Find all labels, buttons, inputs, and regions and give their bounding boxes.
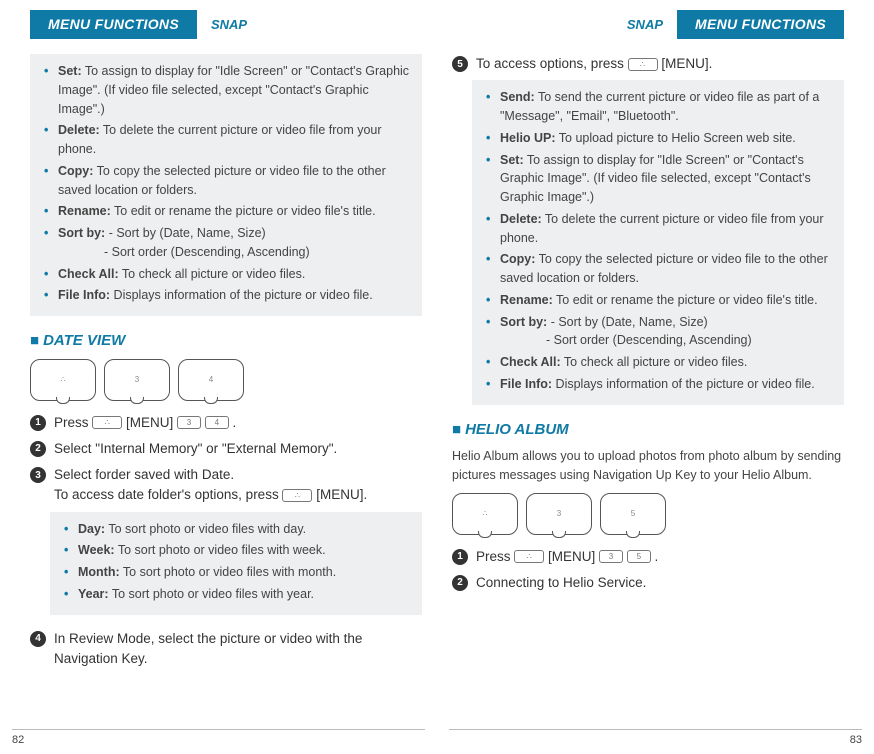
fileinfo-text: Displays information of the picture or v…	[110, 288, 373, 302]
step-2-right: 2 Connecting to Helio Service.	[452, 573, 844, 593]
checkall-text: To check all picture or video files.	[119, 267, 306, 281]
screen-thumb: ∴	[452, 493, 518, 535]
step-4: 4 In Review Mode, select the picture or …	[30, 629, 422, 670]
header-right: SNAP MENU FUNCTIONS	[452, 10, 844, 39]
delete-text: To delete the current picture or video f…	[58, 123, 382, 156]
key-4-icon: 4	[205, 416, 229, 429]
fileinfo-text: Displays information of the picture or v…	[552, 377, 815, 391]
sortby-text: - Sort by (Date, Name, Size)	[547, 315, 707, 329]
page-83: SNAP MENU FUNCTIONS 5 To access options,…	[437, 0, 874, 754]
header-left: MENU FUNCTIONS SNAP	[30, 10, 422, 39]
delete-label: Delete:	[500, 212, 542, 226]
year-text: To sort photo or video files with year.	[109, 587, 314, 601]
ok-key-icon: ∴	[282, 489, 312, 502]
set-label: Set:	[500, 153, 524, 167]
set-text: To assign to display for "Idle Screen" o…	[58, 64, 409, 116]
sortby-label: Sort by:	[500, 315, 547, 329]
step-5: 5 To access options, press ∴ [MENU].	[452, 54, 844, 74]
week-text: To sort photo or video files with week.	[115, 543, 326, 557]
sortby-text2: - Sort order (Descending, Ascending)	[58, 243, 412, 262]
screen-thumb: 4	[178, 359, 244, 401]
copy-text: To copy the selected picture or video fi…	[500, 252, 828, 285]
key-5-icon: 5	[627, 550, 651, 563]
screens-row-left: ∴ 3 4	[30, 359, 422, 401]
step-1: 1 Press ∴ [MENU] 3 4 .	[30, 413, 422, 433]
checkall-text: To check all picture or video files.	[561, 355, 748, 369]
checkall-label: Check All:	[58, 267, 119, 281]
copy-label: Copy:	[58, 164, 93, 178]
copy-text: To copy the selected picture or video fi…	[58, 164, 386, 197]
delete-label: Delete:	[58, 123, 100, 137]
options-box-1: •Set: To assign to display for "Idle Scr…	[30, 54, 422, 316]
date-view-title: ■DATE VIEW	[30, 330, 422, 353]
day-text: To sort photo or video files with day.	[105, 522, 306, 536]
screen-thumb: 5	[600, 493, 666, 535]
snap-label: SNAP	[627, 15, 663, 35]
helio-album-title: ■HELIO ALBUM	[452, 419, 844, 442]
menu-functions-tab: MENU FUNCTIONS	[677, 10, 844, 39]
fileinfo-label: File Info:	[58, 288, 110, 302]
page-82: MENU FUNCTIONS SNAP •Set: To assign to d…	[0, 0, 437, 754]
menu-functions-tab: MENU FUNCTIONS	[30, 10, 197, 39]
copy-label: Copy:	[500, 252, 535, 266]
rename-label: Rename:	[500, 293, 553, 307]
page-number-83: 83	[850, 732, 862, 749]
send-label: Send:	[500, 90, 535, 104]
ok-key-icon: ∴	[92, 416, 122, 429]
step-1-right: 1 Press ∴ [MENU] 3 5 .	[452, 547, 844, 567]
fileinfo-label: File Info:	[500, 377, 552, 391]
ok-key-icon: ∴	[514, 550, 544, 563]
delete-text: To delete the current picture or video f…	[500, 212, 824, 245]
screen-thumb: ∴	[30, 359, 96, 401]
month-text: To sort photo or video files with month.	[120, 565, 337, 579]
step-3: 3 Select forder saved with Date.To acces…	[30, 465, 422, 506]
helioup-text: To upload picture to Helio Screen web si…	[556, 131, 796, 145]
page-number-82: 82	[12, 732, 24, 749]
rename-label: Rename:	[58, 204, 111, 218]
rename-text: To edit or rename the picture or video f…	[553, 293, 818, 307]
options-box-2: •Day: To sort photo or video files with …	[50, 512, 422, 615]
options-box-right: •Send: To send the current picture or vi…	[472, 80, 844, 404]
set-text: To assign to display for "Idle Screen" o…	[500, 153, 811, 205]
key-3-icon: 3	[177, 416, 201, 429]
checkall-label: Check All:	[500, 355, 561, 369]
set-label: Set:	[58, 64, 82, 78]
day-label: Day:	[78, 522, 105, 536]
year-label: Year:	[78, 587, 109, 601]
rename-text: To edit or rename the picture or video f…	[111, 204, 376, 218]
sortby-text: - Sort by (Date, Name, Size)	[105, 226, 265, 240]
snap-label: SNAP	[211, 15, 247, 35]
helioup-label: Helio UP:	[500, 131, 556, 145]
screen-thumb: 3	[104, 359, 170, 401]
screen-thumb: 3	[526, 493, 592, 535]
week-label: Week:	[78, 543, 115, 557]
step-2: 2 Select "Internal Memory" or "External …	[30, 439, 422, 459]
key-3-icon: 3	[599, 550, 623, 563]
screens-row-right: ∴ 3 5	[452, 493, 844, 535]
sortby-text2: - Sort order (Descending, Ascending)	[500, 331, 834, 350]
ok-key-icon: ∴	[628, 58, 658, 71]
sortby-label: Sort by:	[58, 226, 105, 240]
send-text: To send the current picture or video fil…	[500, 90, 819, 123]
month-label: Month:	[78, 565, 120, 579]
helio-intro: Helio Album allows you to upload photos …	[452, 447, 844, 485]
